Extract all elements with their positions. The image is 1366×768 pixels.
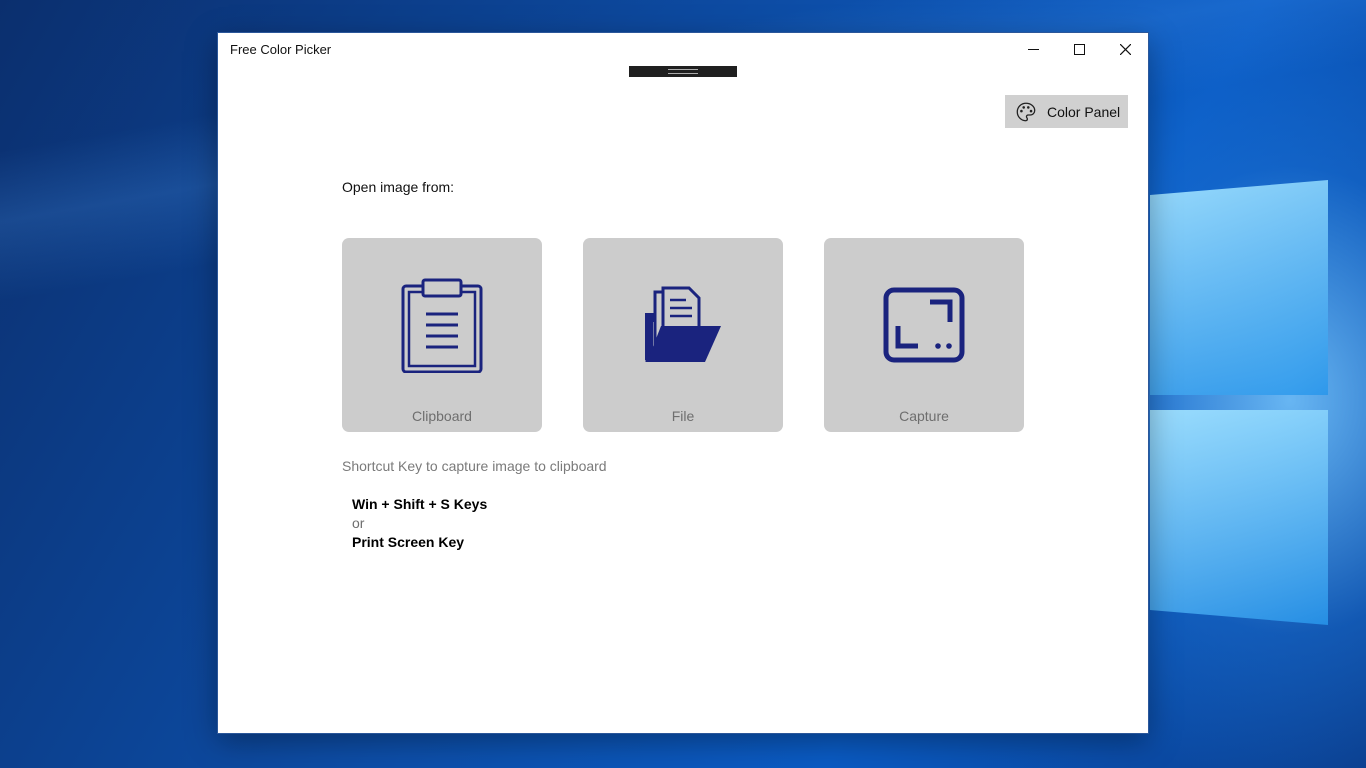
windows-logo-wallpaper — [1150, 180, 1366, 630]
shortcut-keys: Win + Shift + S Keys or Print Screen Key — [352, 495, 487, 552]
maximize-icon — [1073, 43, 1085, 55]
file-tile-button[interactable]: File — [583, 238, 783, 432]
maximize-button[interactable] — [1056, 33, 1102, 65]
clipboard-icon — [401, 278, 483, 373]
shortcut-hint-text: Shortcut Key to capture image to clipboa… — [342, 458, 607, 474]
logo-pane-top — [1150, 180, 1328, 395]
logo-pane-bottom — [1150, 410, 1328, 625]
clipboard-tile-button[interactable]: Clipboard — [342, 238, 542, 432]
panel-drag-handle[interactable] — [629, 66, 737, 77]
capture-tile-button[interactable]: Capture — [824, 238, 1024, 432]
folder-icon — [645, 286, 721, 362]
capture-icon — [883, 287, 965, 363]
palette-icon — [1016, 102, 1036, 121]
close-button[interactable] — [1102, 33, 1148, 65]
close-icon — [1119, 43, 1131, 55]
shortcut-secondary: Print Screen Key — [352, 534, 465, 550]
shortcut-or: or — [352, 515, 365, 531]
minimize-icon — [1027, 48, 1039, 50]
capture-label: Capture — [899, 408, 949, 424]
app-window: Free Color Picker Color Panel Open image… — [218, 33, 1148, 733]
color-panel-button[interactable]: Color Panel — [1005, 95, 1128, 128]
open-image-heading: Open image from: — [342, 179, 455, 195]
clipboard-label: Clipboard — [412, 408, 472, 424]
window-title: Free Color Picker — [230, 42, 332, 57]
shortcut-primary: Win + Shift + S Keys — [352, 496, 488, 512]
color-panel-label: Color Panel — [1047, 103, 1121, 120]
minimize-button[interactable] — [1010, 33, 1056, 65]
title-bar[interactable]: Free Color Picker — [218, 33, 1148, 65]
file-label: File — [671, 408, 695, 424]
grip-icon — [668, 69, 698, 74]
